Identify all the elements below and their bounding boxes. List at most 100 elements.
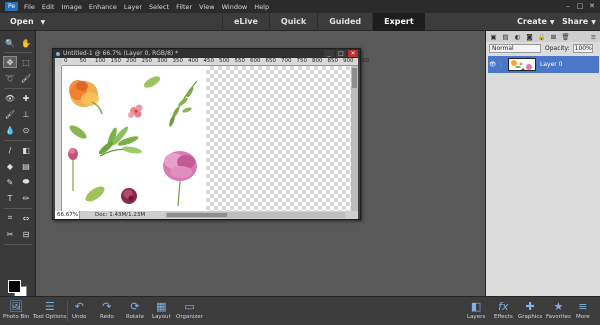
minimize-icon[interactable]: _ — [324, 50, 334, 57]
zoom-tool-icon[interactable]: 🔍 — [3, 37, 17, 49]
blend-mode-select[interactable]: Normal — [489, 43, 541, 53]
foreground-color-swatch[interactable] — [8, 280, 21, 293]
maximize-icon[interactable]: □ — [336, 50, 346, 57]
menu-layer[interactable]: Layer — [124, 3, 142, 11]
zoom-level-field[interactable]: 66.67% — [55, 211, 80, 219]
graphics-button[interactable]: ✚ Graphics — [518, 300, 542, 325]
straighten-tool-icon[interactable]: ⊟ — [19, 228, 33, 240]
menu-view[interactable]: View — [199, 3, 214, 11]
delete-layer-icon[interactable]: 🗑 — [561, 33, 570, 41]
image-canvas[interactable] — [62, 66, 351, 211]
panel-menu-icon[interactable]: ≡ — [589, 33, 598, 41]
menu-help[interactable]: Help — [254, 3, 269, 11]
adjustment-layer-icon[interactable]: ◐ — [513, 33, 522, 41]
blur-tool-icon[interactable]: 💧 — [3, 124, 17, 136]
menu-enhance[interactable]: Enhance — [89, 3, 117, 11]
chevron-down-icon: ▼ — [591, 19, 596, 26]
tab-expert[interactable]: Expert — [372, 13, 425, 31]
vertical-ruler — [55, 66, 62, 211]
tab-guided[interactable]: Guided — [317, 13, 372, 31]
effects-button[interactable]: fx Effects — [494, 300, 513, 325]
close-icon[interactable]: ✕ — [348, 50, 358, 57]
pencil-tool-icon[interactable]: ✏ — [19, 192, 33, 204]
ruler-tick-label: 450 — [203, 58, 215, 64]
menu-filter[interactable]: Filter — [176, 3, 192, 11]
document-size-info[interactable]: Doc: 1.43M/1.23M — [95, 211, 145, 219]
paint-bucket-tool-icon[interactable]: ◆ — [3, 160, 17, 172]
content-aware-move-icon[interactable]: ✂ — [3, 228, 17, 240]
quick-selection-tool-icon[interactable]: 🖌 — [19, 72, 33, 84]
menu-window[interactable]: Window — [222, 3, 248, 11]
brush-tool-icon[interactable]: / — [3, 144, 17, 156]
opacity-field[interactable]: 100% — [572, 43, 593, 53]
tool-panel: 🔍 ✋ ✥ ⬚ ➰ 🖌 👁 ✚ 🖌 ⊥ 💧 ⊙ / ◧ ◆ ▤ ✎ ⬬ T ✏ … — [0, 31, 36, 299]
organizer-button[interactable]: ▭ Organizer — [176, 300, 203, 325]
minimize-icon[interactable]: – — [564, 2, 572, 10]
marquee-tool-icon[interactable]: ⬚ — [19, 56, 33, 68]
blend-mode-value: Normal — [492, 44, 514, 52]
document-title-bar[interactable]: Untitled-1 @ 66.7% (Layer 0, RGB/8) * _ … — [53, 49, 360, 58]
tool-divider — [4, 52, 32, 53]
tool-divider — [4, 208, 32, 209]
green-leaf-cluster — [98, 126, 142, 157]
redo-button[interactable]: ↷ Redo — [100, 300, 114, 325]
layout-button[interactable]: ▦ Layout — [152, 300, 171, 325]
menu-select[interactable]: Select — [149, 3, 169, 11]
horizontal-scrollbar[interactable] — [165, 212, 345, 218]
undo-button[interactable]: ↶ Undo — [72, 300, 86, 325]
tool-options-button[interactable]: ☰ Tool Options — [33, 300, 67, 325]
gradient-tool-icon[interactable]: ▤ — [19, 160, 33, 172]
eyedropper-tool-icon[interactable]: ✎ — [3, 176, 17, 188]
sponge-tool-icon[interactable]: ⊙ — [19, 124, 33, 136]
ruler-tick-label: 350 — [172, 58, 184, 64]
effects-icon: fx — [498, 300, 509, 313]
favorites-button[interactable]: ★ Favorites — [546, 300, 571, 325]
shape-tool-icon[interactable]: ⬬ — [19, 176, 33, 188]
tool-divider — [4, 140, 32, 141]
layer-mask-icon[interactable]: ◙ — [525, 33, 534, 41]
recompose-tool-icon[interactable]: ⇔ — [19, 212, 33, 224]
leaf-bottom — [85, 186, 105, 202]
maximize-icon[interactable]: □ — [576, 2, 584, 10]
eraser-tool-icon[interactable]: ◧ — [19, 144, 33, 156]
eye-icon[interactable]: 👁 — [488, 61, 497, 68]
layers-button[interactable]: ◧ Layers — [467, 300, 485, 325]
menu-image[interactable]: Image — [61, 3, 81, 11]
close-icon[interactable]: ✕ — [588, 2, 596, 10]
red-eye-tool-icon[interactable]: 👁 — [3, 92, 17, 104]
new-group-icon[interactable]: ▤ — [501, 33, 510, 41]
move-tool-icon[interactable]: ✥ — [3, 56, 17, 68]
ruler-tick-label: 850 — [327, 58, 339, 64]
tab-quick[interactable]: Quick — [268, 13, 317, 31]
create-button[interactable]: Create ▼ — [517, 17, 555, 26]
rotate-label: Rotate — [126, 314, 145, 320]
rotate-button[interactable]: ⟳ Rotate — [126, 300, 144, 325]
horizontal-ruler: 0 50 100 150 200 250 300 350 400 450 500 550 600 650 7… — [62, 58, 369, 66]
menu-file[interactable]: File — [24, 3, 35, 11]
open-button[interactable]: Open ▼ — [10, 17, 45, 26]
new-layer-icon[interactable]: ▣ — [489, 33, 498, 41]
lasso-tool-icon[interactable]: ➰ — [3, 72, 17, 84]
scroll-thumb[interactable] — [167, 213, 227, 217]
hand-tool-icon[interactable]: ✋ — [19, 37, 33, 49]
lock-transparency-icon[interactable]: ⊠ — [549, 33, 558, 41]
spot-healing-tool-icon[interactable]: ✚ — [19, 92, 33, 104]
photo-bin-icon: 🖼 — [9, 300, 24, 313]
vertical-scrollbar[interactable] — [351, 66, 358, 211]
share-button[interactable]: Share ▼ — [562, 17, 596, 26]
rotate-icon: ⟳ — [130, 300, 140, 313]
app-logo: Pe — [5, 2, 18, 11]
photo-bin-button[interactable]: 🖼 Photo Bin — [3, 300, 29, 325]
layer-thumbnail — [508, 58, 536, 71]
menu-edit[interactable]: Edit — [42, 3, 55, 11]
lock-all-icon[interactable]: 🔒 — [537, 33, 546, 41]
smart-brush-tool-icon[interactable]: 🖌 — [3, 108, 17, 120]
type-tool-icon[interactable]: T — [3, 192, 17, 204]
tab-elive[interactable]: eLive — [222, 13, 269, 31]
crop-tool-icon[interactable]: ⌗ — [3, 212, 17, 224]
clone-stamp-tool-icon[interactable]: ⊥ — [19, 108, 33, 120]
link-icon[interactable]: ⋮ — [497, 62, 505, 68]
layer-row[interactable]: 👁 ⋮ Layer 0 — [488, 56, 599, 73]
more-button[interactable]: ≡ More — [576, 300, 590, 325]
scroll-thumb[interactable] — [352, 68, 357, 88]
